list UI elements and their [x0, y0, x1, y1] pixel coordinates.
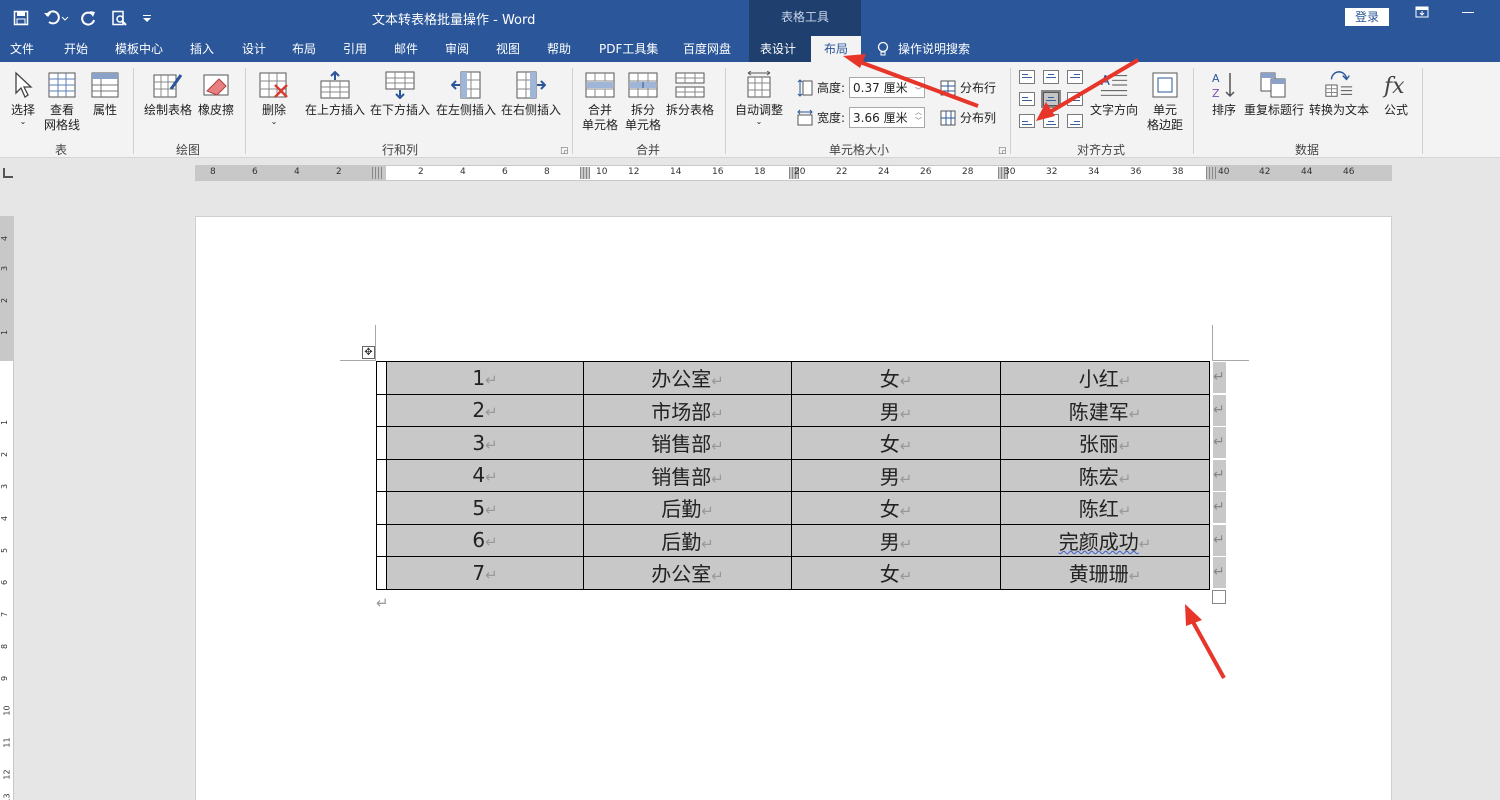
annotation-arrow: [843, 54, 979, 108]
annotation-overlay: [843, 54, 1226, 679]
annotation-arrow: [1185, 604, 1226, 679]
annotation-arrow: [1036, 58, 1140, 121]
